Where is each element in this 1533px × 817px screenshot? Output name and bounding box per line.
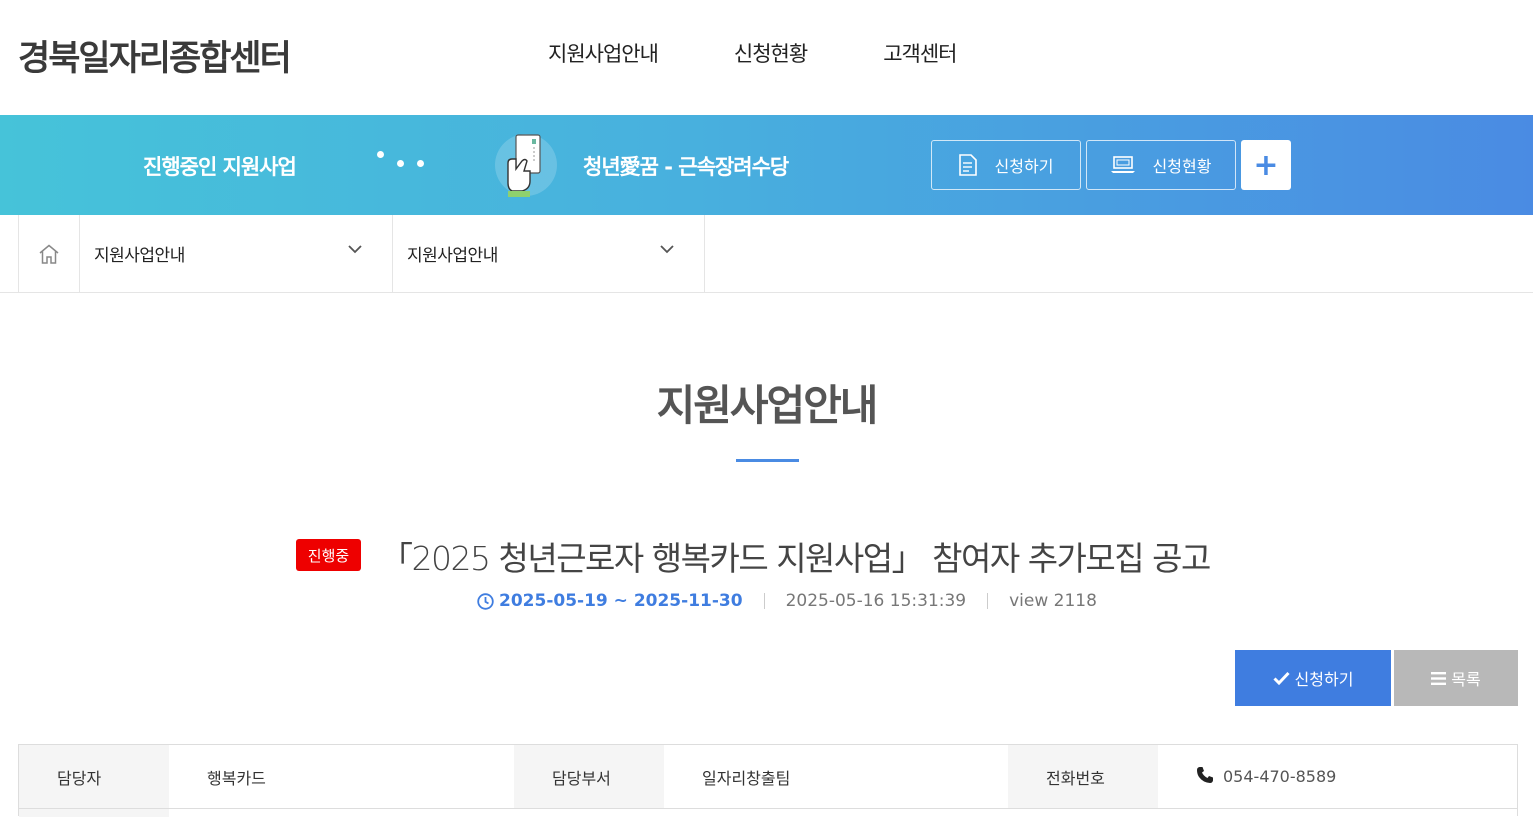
dept-value: 일자리창출팀 <box>702 768 791 788</box>
program-info-table: 담당자 행복카드 담당부서 일자리창출팀 전화번호 054-470-8589 <box>18 744 1518 817</box>
document-icon <box>958 154 977 176</box>
banner-apply-button[interactable]: 신청하기 <box>931 140 1081 190</box>
post-title: 「2025 청년근로자 행복카드 지원사업」 참여자 추가모집 공고 <box>380 539 1211 578</box>
breadcrumb-select-level2[interactable]: 지원사업안내 <box>393 215 705 292</box>
card-hand-icon <box>494 133 558 197</box>
breadcrumb-level1-label: 지원사업안내 <box>94 246 185 266</box>
period-text: 2025-05-19 ~ 2025-11-30 <box>499 591 743 611</box>
list-icon <box>1431 671 1447 685</box>
application-period: 2025-05-19 ~ 2025-11-30 <box>477 591 743 611</box>
divider <box>763 593 765 609</box>
banner-status-label: 신청현황 <box>1152 157 1212 176</box>
laptop-icon <box>1110 156 1135 173</box>
manager-value: 행복카드 <box>207 768 266 788</box>
list-button[interactable]: 목록 <box>1394 650 1518 706</box>
ongoing-program-banner: 진행중인 지원사업 청년愛꿈 - 근속장려수당 신청하기 신청현황 + <box>0 115 1533 215</box>
nav-item-support[interactable]: 고객센터 <box>883 38 957 68</box>
check-icon <box>1272 671 1290 685</box>
slider-dot[interactable] <box>397 160 404 167</box>
nav-item-programs[interactable]: 지원사업안내 <box>548 38 659 68</box>
post-meta: 2025-05-19 ~ 2025-11-30 2025-05-16 15:31… <box>477 591 1097 611</box>
view-count: view 2118 <box>1009 591 1097 611</box>
title-underline <box>736 459 799 462</box>
apply-button[interactable]: 신청하기 <box>1235 650 1391 706</box>
breadcrumb-level2-label: 지원사업안내 <box>407 246 498 266</box>
breadcrumb: 지원사업안내 지원사업안내 <box>0 215 1533 293</box>
dept-label: 담당부서 <box>514 745 664 808</box>
phone-icon <box>1197 766 1213 783</box>
main-nav: 지원사업안내 신청현황 고객센터 <box>548 38 1032 68</box>
more-programs-button[interactable]: + <box>1241 140 1291 190</box>
list-label: 목록 <box>1451 670 1481 689</box>
banner-status-button[interactable]: 신청현황 <box>1086 140 1236 190</box>
divider <box>987 593 989 609</box>
chevron-down-icon <box>660 245 674 254</box>
site-logo[interactable]: 경북일자리종합센터 <box>18 30 292 81</box>
nav-item-status[interactable]: 신청현황 <box>734 38 808 68</box>
table-row: 담당자 행복카드 담당부서 일자리창출팀 전화번호 054-470-8589 <box>19 745 1517 809</box>
phone-label: 전화번호 <box>1008 745 1158 808</box>
banner-title: 진행중인 지원사업 <box>143 155 297 179</box>
banner-program-name[interactable]: 청년愛꿈 - 근속장려수당 <box>583 151 789 181</box>
apply-label: 신청하기 <box>1294 670 1354 689</box>
slider-dot[interactable] <box>377 151 384 158</box>
phone-value: 054-470-8589 <box>1223 767 1337 786</box>
manager-label: 담당자 <box>19 745 169 808</box>
page-title: 지원사업안내 <box>656 381 879 430</box>
clock-icon <box>477 592 494 610</box>
post-date: 2025-05-16 15:31:39 <box>785 591 967 611</box>
breadcrumb-select-level1[interactable]: 지원사업안내 <box>80 215 393 292</box>
banner-apply-label: 신청하기 <box>994 157 1054 176</box>
slider-dot[interactable] <box>417 160 424 167</box>
chevron-down-icon <box>348 245 362 254</box>
home-button[interactable] <box>18 215 80 292</box>
header: 경북일자리종합센터 지원사업안내 신청현황 고객센터 <box>0 0 1533 115</box>
status-badge: 진행중 <box>296 539 361 571</box>
home-icon <box>39 244 59 264</box>
phone-cell: 054-470-8589 <box>1158 745 1517 808</box>
